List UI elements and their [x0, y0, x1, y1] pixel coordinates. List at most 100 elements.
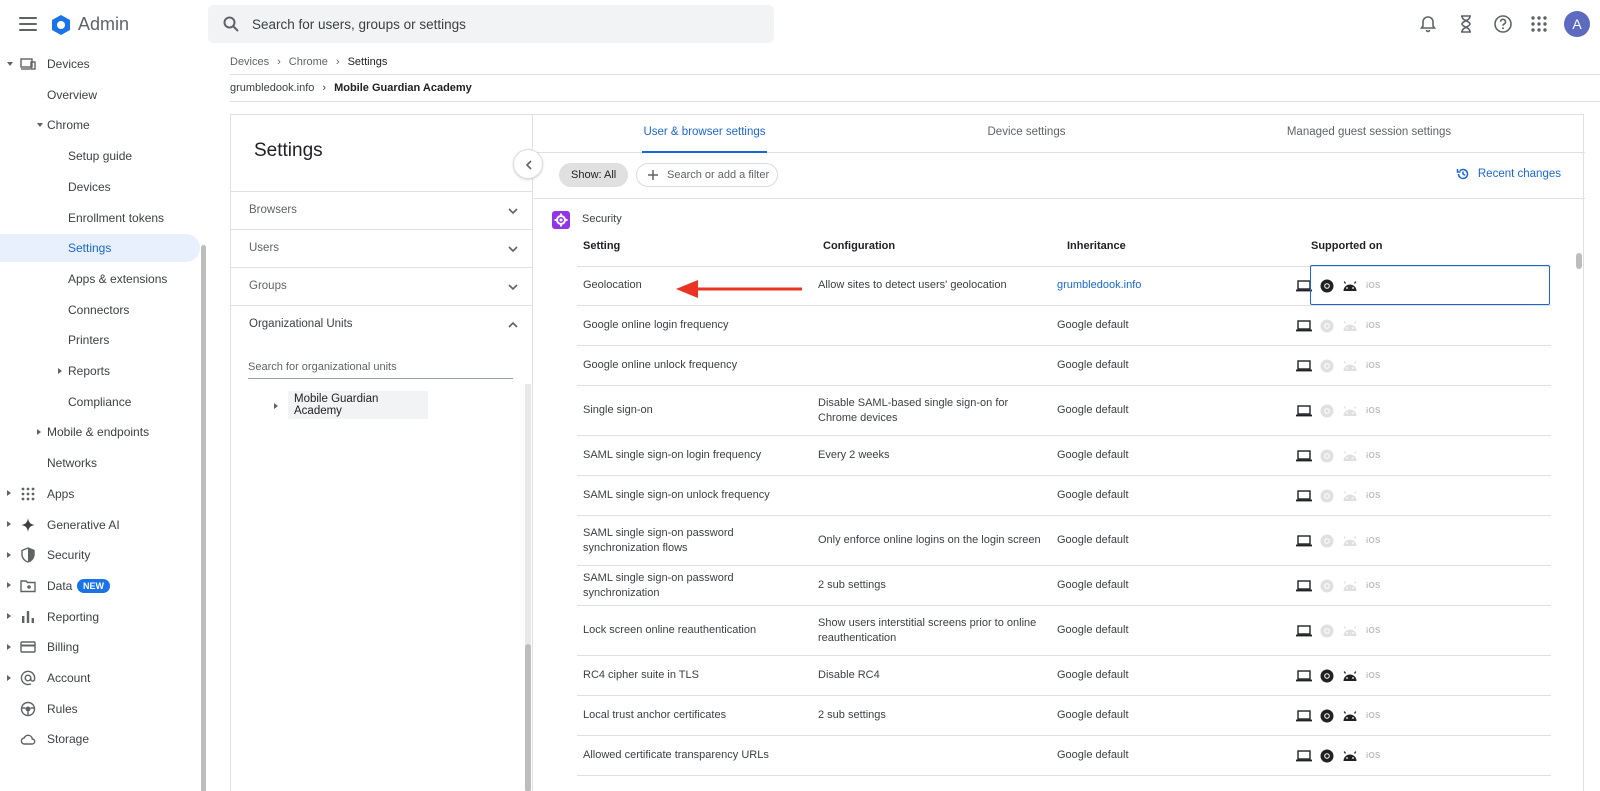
sidebar-item-mobile-endpoints[interactable]: Mobile & endpoints	[0, 418, 200, 446]
plus-icon	[648, 170, 658, 180]
main-scrollbar-thumb[interactable]	[1576, 253, 1582, 269]
sidebar-item-data[interactable]: Data NEW	[0, 572, 200, 600]
sidebar-item-setup-guide[interactable]: Setup guide	[0, 142, 200, 170]
breadcrumb-chrome[interactable]: Chrome	[289, 56, 328, 68]
chrome-browser-icon	[1320, 669, 1334, 682]
accordion-organizational-units[interactable]: Organizational Units	[231, 305, 533, 343]
sidebar-item-reporting[interactable]: Reporting	[0, 603, 200, 631]
supported-platforms: iOS	[1296, 656, 1546, 695]
setting-inheritance: Google default	[1057, 489, 1129, 501]
accordion-browsers[interactable]: Browsers	[231, 191, 533, 229]
sidebar-item-networks[interactable]: Networks	[0, 449, 200, 477]
org-unit-search-input[interactable]	[248, 355, 513, 379]
admin-logo-icon	[52, 15, 70, 35]
caret-right-icon[interactable]	[7, 582, 11, 589]
table-row[interactable]: Single sign-on Disable SAML-based single …	[577, 386, 1551, 436]
table-row[interactable]: SAML single sign-on password synchroniza…	[577, 516, 1551, 566]
sidebar-item-compliance[interactable]: Compliance	[0, 388, 200, 416]
sidebar-item-overview[interactable]: Overview	[0, 81, 200, 109]
table-row[interactable]: Google online login frequency Google defa…	[577, 306, 1551, 346]
scrollbar-thumb[interactable]	[525, 644, 531, 791]
expand-caret-icon[interactable]	[274, 403, 278, 409]
account-avatar[interactable]: A	[1564, 11, 1590, 37]
setting-inheritance[interactable]: grumbledook.info	[1057, 266, 1287, 305]
sidebar-item-label: Settings	[68, 241, 112, 256]
sidebar-item-security[interactable]: Security	[0, 541, 200, 569]
main-menu-icon[interactable]	[18, 14, 38, 34]
setting-configuration: Every 2 weeks	[818, 449, 890, 461]
caret-right-icon[interactable]	[7, 490, 11, 497]
breadcrumb-separator-icon: ›	[335, 56, 340, 68]
caret-right-icon[interactable]	[7, 521, 11, 527]
table-row[interactable]: SAML single sign-on password synchroniza…	[577, 566, 1551, 606]
caret-right-icon[interactable]	[7, 643, 11, 650]
caret-right-icon[interactable]	[7, 674, 11, 681]
collapse-panel-button[interactable]	[513, 149, 543, 179]
show-all-chip[interactable]: Show: All	[559, 163, 629, 187]
sidebar-item-label: Devices	[68, 179, 111, 194]
sidebar-item-rules[interactable]: Rules	[0, 695, 200, 723]
accordion-label: Users	[249, 242, 280, 254]
side-panel-scrollbar[interactable]	[525, 384, 531, 791]
android-icon	[1343, 360, 1357, 371]
sidebar-item-printers[interactable]: Printers	[0, 326, 200, 354]
table-row[interactable]: SAML single sign-on login frequency Every…	[577, 436, 1551, 476]
org-breadcrumb-root[interactable]: grumbledook.info	[230, 82, 314, 94]
sidebar-scrollbar-thumb[interactable]	[201, 245, 206, 791]
global-search[interactable]	[208, 5, 774, 43]
help-icon[interactable]	[1493, 14, 1513, 34]
sidebar-item-label: Security	[47, 548, 91, 563]
caret-right-icon[interactable]	[7, 551, 11, 558]
chromeos-laptop-icon	[1296, 579, 1312, 591]
caret-down-icon[interactable]	[7, 62, 13, 66]
caret-right-icon[interactable]	[7, 613, 11, 620]
sidebar-item-settings[interactable]: Settings	[0, 234, 200, 263]
sidebar-item-account[interactable]: Account	[0, 664, 200, 692]
sidebar-item-billing[interactable]: Billing	[0, 633, 200, 661]
sidebar-item-generative-ai[interactable]: Generative AI	[0, 511, 200, 539]
org-unit-node[interactable]: Mobile Guardian Academy	[288, 391, 428, 419]
setting-name: Allowed certificate transparency URLs	[583, 749, 769, 761]
apps-launcher-icon[interactable]	[1529, 14, 1549, 34]
add-filter-chip[interactable]: Search or add a filter	[636, 163, 778, 187]
sidebar-item-label: Billing	[47, 640, 80, 655]
tab-device-settings[interactable]: Device settings	[974, 115, 1079, 153]
breadcrumb: Devices › Chrome › Settings	[230, 54, 387, 70]
recent-changes-button[interactable]: Recent changes	[1456, 167, 1561, 181]
sidebar-item-apps-extensions[interactable]: Apps & extensions	[0, 265, 200, 293]
sidebar-item-storage[interactable]: Storage	[0, 725, 200, 753]
sidebar-item-enrollment-tokens[interactable]: Enrollment tokens	[0, 204, 200, 232]
sidebar-item-apps[interactable]: Apps	[0, 480, 200, 508]
add-filter-label: Search or add a filter	[667, 169, 770, 181]
tab-user-browser-settings[interactable]: User & browser settings	[642, 115, 767, 153]
supported-platforms: iOS	[1296, 386, 1546, 435]
table-row[interactable]: SAML single sign-on unlock frequency Goog…	[577, 476, 1551, 516]
caret-right-icon[interactable]	[58, 367, 62, 374]
caret-down-icon[interactable]	[37, 123, 43, 128]
sidebar-item-devices[interactable]: Devices	[0, 173, 200, 201]
sidebar-item-label: Storage	[47, 732, 90, 747]
sidebar-item-devices[interactable]: Devices	[0, 50, 200, 78]
accordion-groups[interactable]: Groups	[231, 267, 533, 305]
accordion-users[interactable]: Users	[231, 229, 533, 267]
breadcrumb-devices[interactable]: Devices	[230, 56, 269, 68]
table-row[interactable]: Lock screen online reauthentication Show …	[577, 606, 1551, 656]
sidebar-item-reports[interactable]: Reports	[0, 357, 200, 385]
global-search-input[interactable]	[252, 5, 752, 43]
caret-right-icon[interactable]	[37, 428, 41, 435]
notifications-bell-icon[interactable]	[1418, 14, 1438, 34]
chromeos-laptop-icon	[1296, 709, 1312, 721]
annotation-arrow-icon	[676, 280, 802, 298]
sidebar-item-connectors[interactable]: Connectors	[0, 296, 200, 324]
setting-configuration	[818, 306, 1048, 345]
tab-managed-guest-session-settings[interactable]: Managed guest session settings	[1279, 115, 1459, 153]
table-row[interactable]: Google online unlock frequency Google def…	[577, 346, 1551, 386]
table-row[interactable]: Allowed certificate transparency URLs Goo…	[577, 736, 1551, 776]
sidebar-item-chrome[interactable]: Chrome	[0, 111, 200, 139]
tasks-hourglass-icon[interactable]	[1456, 14, 1476, 34]
table-row[interactable]: Local trust anchor certificates 2 sub set…	[577, 696, 1551, 736]
column-header-inheritance: Inheritance	[1067, 240, 1126, 252]
supported-platforms: iOS	[1296, 566, 1546, 605]
table-row[interactable]: RC4 cipher suite in TLS Disable RC4 Google…	[577, 656, 1551, 696]
setting-inheritance: Google default	[1057, 359, 1129, 371]
